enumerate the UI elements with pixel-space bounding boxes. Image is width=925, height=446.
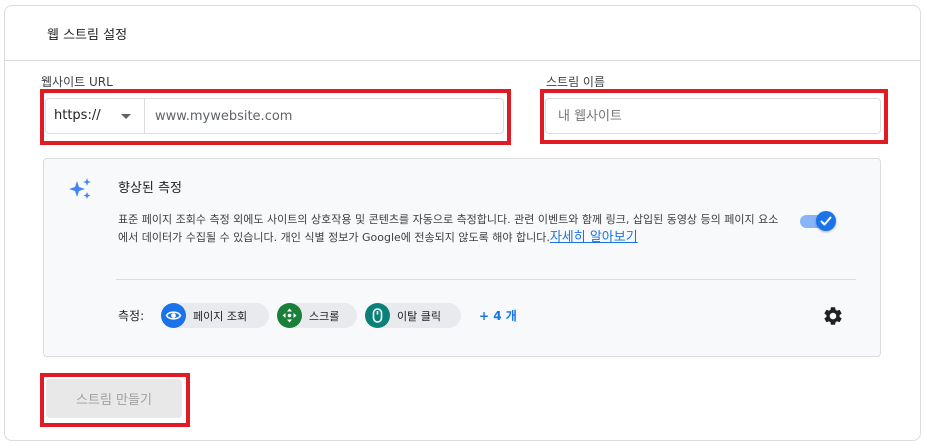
mouse-icon bbox=[365, 303, 390, 328]
learn-more-link[interactable]: 자세히 알아보기 bbox=[550, 230, 638, 245]
enhanced-measurement-description: 표준 페이지 조회수 측정 외에도 사이트의 상호작용 및 콘텐츠를 자동으로 … bbox=[118, 211, 780, 247]
protocol-select[interactable]: https:// bbox=[46, 99, 145, 133]
website-url-input[interactable] bbox=[146, 99, 503, 133]
enhanced-measurement-title: 향상된 측정 bbox=[118, 181, 182, 196]
enhanced-measurement-card: 향상된 측정 표준 페이지 조회수 측정 외에도 사이트의 상호작용 및 콘텐츠… bbox=[43, 158, 881, 357]
create-stream-button[interactable]: 스트림 만들기 bbox=[46, 379, 182, 418]
sparkle-icon bbox=[69, 178, 91, 199]
eye-icon bbox=[161, 303, 186, 328]
enhanced-measurement-toggle[interactable] bbox=[800, 211, 836, 233]
website-url-group: https:// bbox=[45, 98, 504, 134]
chip-page-views: 페이지 조회 bbox=[161, 303, 269, 328]
chip-label: 이탈 클릭 bbox=[397, 310, 441, 323]
chip-outbound-clicks: 이탈 클릭 bbox=[365, 303, 461, 328]
stream-name-input[interactable] bbox=[545, 98, 881, 134]
protocol-value: https:// bbox=[54, 108, 101, 123]
measure-label: 측정: bbox=[118, 309, 145, 323]
stream-name-label: 스트림 이름 bbox=[546, 75, 606, 89]
website-url-label: 웹사이트 URL bbox=[41, 75, 113, 89]
gear-icon[interactable] bbox=[822, 305, 844, 327]
panel-header: 웹 스트림 설정 bbox=[5, 6, 920, 61]
card-divider bbox=[116, 279, 856, 280]
scroll-arrows-icon bbox=[277, 303, 302, 328]
chip-scrolls: 스크롤 bbox=[277, 303, 357, 328]
caret-down-icon bbox=[121, 114, 131, 119]
check-icon bbox=[820, 216, 832, 226]
more-measurements-link[interactable]: + 4 개 bbox=[479, 307, 517, 324]
toggle-knob bbox=[816, 211, 836, 231]
chip-label: 스크롤 bbox=[309, 310, 340, 323]
chip-label: 페이지 조회 bbox=[193, 310, 248, 323]
description-text: 표준 페이지 조회수 측정 외에도 사이트의 상호작용 및 콘텐츠를 자동으로 … bbox=[118, 213, 779, 244]
panel-title: 웹 스트림 설정 bbox=[47, 28, 128, 43]
